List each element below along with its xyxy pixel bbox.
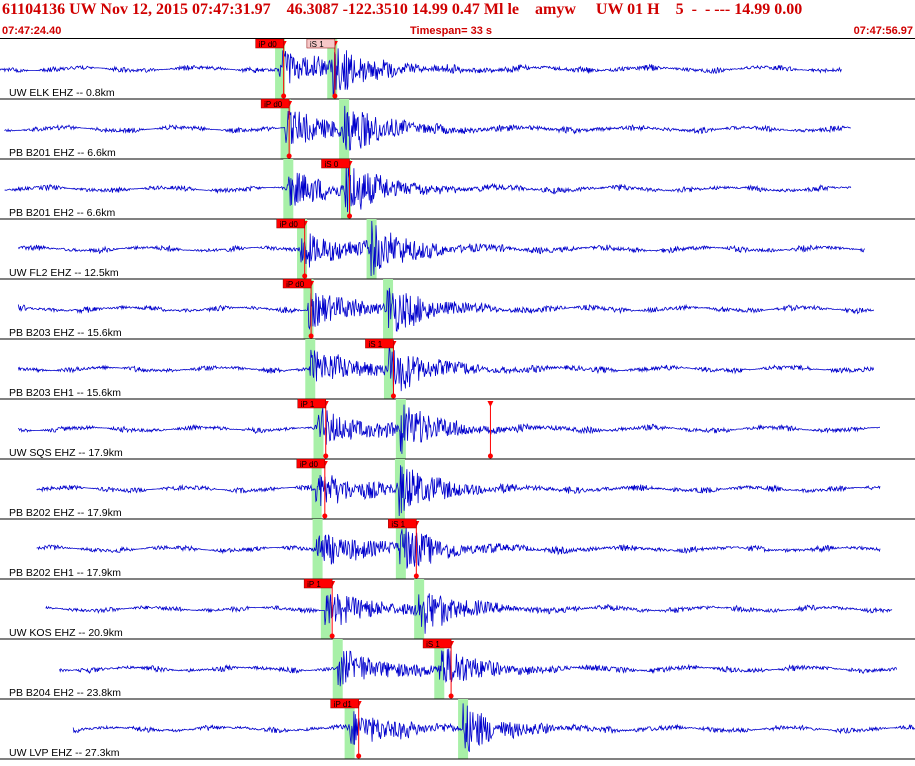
station-label: PB B203 EH1 -- 15.6km xyxy=(9,387,121,399)
pick-marker-bottom[interactable] xyxy=(332,93,338,99)
pick-marker-bottom[interactable] xyxy=(323,453,329,459)
pick-label: iP d0 xyxy=(264,100,283,109)
start-time: 07:47:24.40 xyxy=(2,25,62,37)
station-label: PB B201 EH2 -- 6.6km xyxy=(9,207,115,219)
station-label: PB B201 EHZ -- 6.6km xyxy=(9,147,116,159)
pick-label: iS 1 xyxy=(368,340,382,349)
pick-marker-bottom[interactable] xyxy=(356,753,362,759)
pick-marker-bottom[interactable] xyxy=(302,273,308,279)
seismogram-canvas[interactable]: iP d0 iS 1 UW ELK EHZ -- 0.8km iP d0 PB B201… xyxy=(0,38,915,761)
waveform-trace[interactable] xyxy=(17,345,875,395)
pick-label: iP d0 xyxy=(286,280,305,289)
pick-label: iS 1 xyxy=(310,40,324,49)
pick-label: iP d0 xyxy=(300,460,319,469)
pick-label: iP d1 xyxy=(334,700,353,709)
station-label: UW SQS EHZ -- 17.9km xyxy=(9,447,123,459)
end-time: 07:47:56.97 xyxy=(853,25,913,37)
waveform-trace[interactable] xyxy=(17,220,865,277)
seismogram-panels[interactable]: iP d0 iS 1 UW ELK EHZ -- 0.8km iP d0 PB B201… xyxy=(0,38,915,761)
pick-label: iP 1 xyxy=(301,400,315,409)
pick-marker-bottom[interactable] xyxy=(448,693,454,699)
pick-label: iP 1 xyxy=(307,580,321,589)
waveform-trace[interactable] xyxy=(45,593,893,634)
station-label: UW ELK EHZ -- 0.8km xyxy=(9,87,115,99)
event-title: 61104136 UW Nov 12, 2015 07:47:31.97 46.… xyxy=(2,1,803,18)
pick-label: iS 0 xyxy=(325,160,339,169)
pick-marker-bottom[interactable] xyxy=(413,573,419,579)
pick-marker-bottom[interactable] xyxy=(281,93,287,99)
station-label: PB B202 EHZ -- 17.9km xyxy=(9,507,122,519)
waveform-trace[interactable] xyxy=(4,163,852,213)
pick-marker-bottom[interactable] xyxy=(286,153,292,159)
pick-marker-bottom[interactable] xyxy=(329,633,335,639)
waveform-trace[interactable] xyxy=(17,404,880,454)
waveform-trace[interactable] xyxy=(36,527,881,569)
waveform-trace[interactable] xyxy=(4,105,851,151)
station-label: PB B204 EH2 -- 23.8km xyxy=(9,687,121,699)
pick-marker-bottom[interactable] xyxy=(347,213,353,219)
station-label: PB B203 EHZ -- 15.6km xyxy=(9,327,122,339)
waveform-trace[interactable] xyxy=(36,465,881,517)
pick-marker-top[interactable] xyxy=(487,401,494,407)
pick-marker-bottom[interactable] xyxy=(322,513,328,519)
pick-label: iS 1 xyxy=(391,520,405,529)
pick-label: iP d0 xyxy=(280,220,299,229)
station-label: UW LVP EHZ -- 27.3km xyxy=(9,747,120,759)
waveform-trace[interactable] xyxy=(17,287,875,332)
station-label: UW KOS EHZ -- 20.9km xyxy=(9,627,123,639)
pick-marker-bottom[interactable] xyxy=(390,393,396,399)
waveform-trace[interactable] xyxy=(72,703,915,753)
pick-marker-bottom[interactable] xyxy=(487,453,493,459)
pick-marker-bottom[interactable] xyxy=(308,333,314,339)
station-label: PB B202 EH1 -- 17.9km xyxy=(9,567,121,579)
pick-label: iP d0 xyxy=(259,40,278,49)
pick-label: iS 1 xyxy=(426,640,440,649)
waveform-trace[interactable] xyxy=(59,648,898,687)
timespan-label: Timespan= 33 s xyxy=(410,25,493,37)
waveform-trace[interactable] xyxy=(0,48,842,98)
event-header: 61104136 UW Nov 12, 2015 07:47:31.97 46.… xyxy=(0,0,915,38)
station-label: UW FL2 EHZ -- 12.5km xyxy=(9,267,119,279)
